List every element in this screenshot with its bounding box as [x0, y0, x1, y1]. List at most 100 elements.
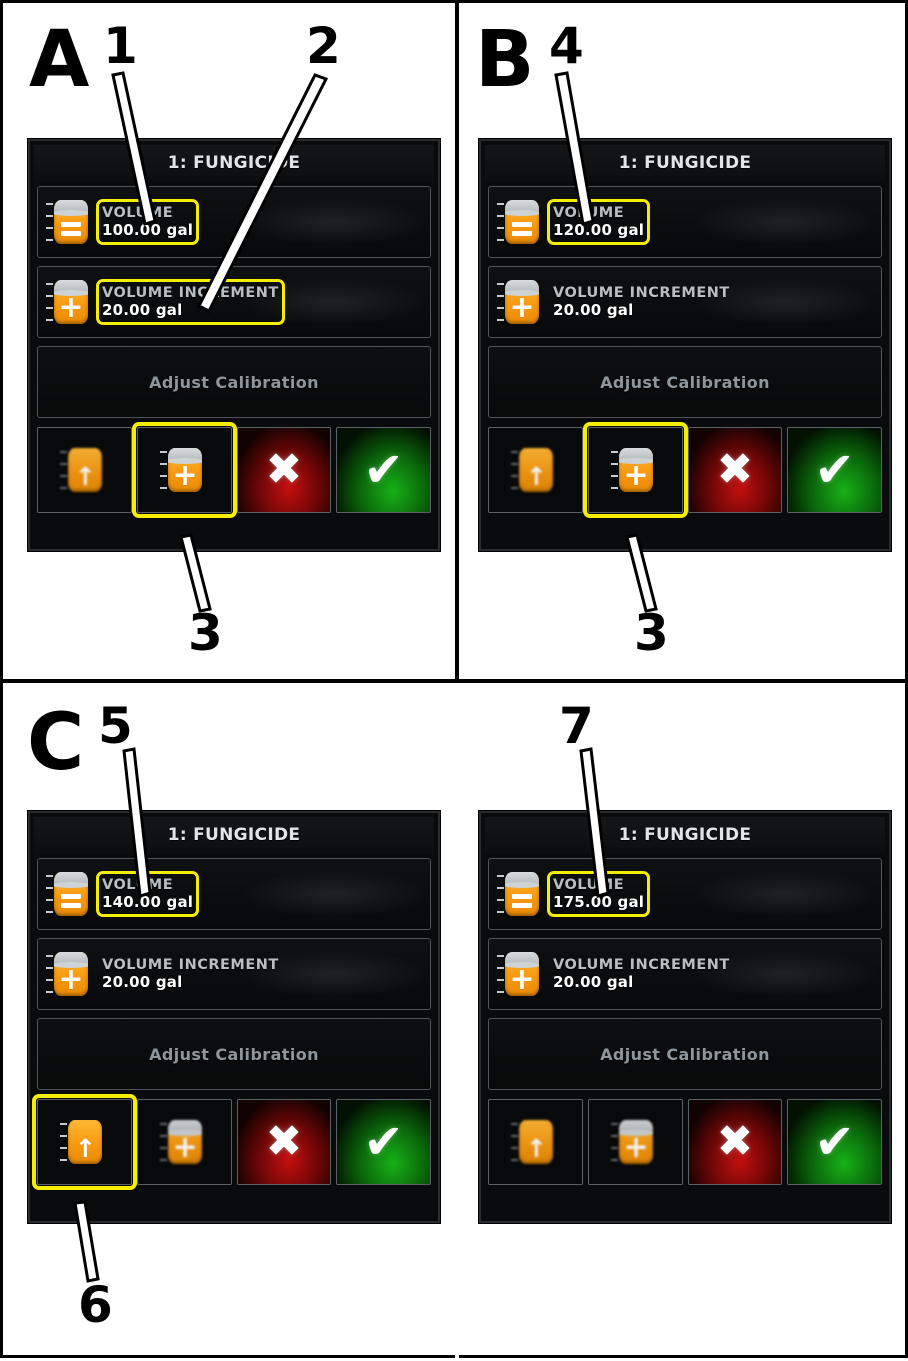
tank-equals-icon: [497, 868, 547, 920]
adjust-calibration-button-b[interactable]: Adjust Calibration: [488, 346, 882, 418]
equals-symbol: [54, 884, 88, 916]
tank-body: +: [54, 952, 88, 996]
tank-plus-icon: +: [160, 445, 208, 495]
cancel-button-c[interactable]: ✖: [236, 1099, 332, 1185]
plus-symbol: +: [623, 1130, 649, 1164]
confirm-button-d[interactable]: ✔: [787, 1099, 882, 1185]
cancel-button-b[interactable]: ✖: [687, 427, 783, 513]
x-icon: ✖: [716, 1116, 754, 1167]
tank-scale-marks: [611, 1123, 619, 1161]
add-increment-button-c[interactable]: +: [136, 1099, 232, 1185]
x-icon: ✖: [716, 444, 754, 495]
screen-title-c: 1: FUNGICIDE: [34, 817, 434, 854]
fill-tank-button-a[interactable]: ↑: [37, 427, 132, 513]
tank-body: [54, 200, 88, 244]
volume-label-d: VOLUME: [553, 876, 625, 893]
volume-label-a: VOLUME: [102, 204, 174, 221]
figure-root: A 1 2 3 1: FUNGICIDE VOLUME 100.00 gal +…: [0, 0, 908, 1358]
volume-row-d[interactable]: VOLUME 175.00 gal: [488, 858, 882, 930]
adjust-calibration-button-d[interactable]: Adjust Calibration: [488, 1018, 882, 1090]
callout-7: 7: [559, 697, 594, 755]
volume-increment-value-a: 20.00 gal: [102, 301, 183, 320]
check-icon: ✔: [814, 442, 855, 498]
tank-equals-icon: [46, 868, 96, 920]
tank-equals-icon: [46, 196, 96, 248]
fill-tank-button-b[interactable]: ↑: [488, 427, 583, 513]
tank-plus-icon: +: [46, 948, 96, 1000]
tank-scale-marks: [511, 1123, 519, 1161]
tank-body: [505, 200, 539, 244]
volume-label-b: VOLUME: [553, 204, 625, 221]
confirm-button-c[interactable]: ✔: [336, 1099, 431, 1185]
volume-text-highlight-b: VOLUME 120.00 gal: [546, 198, 651, 246]
tank-body: +: [619, 448, 654, 492]
adjust-calibration-button-c[interactable]: Adjust Calibration: [37, 1018, 431, 1090]
volume-row-a[interactable]: VOLUME 100.00 gal: [37, 186, 431, 258]
volume-text-highlight-d: VOLUME 175.00 gal: [546, 870, 651, 918]
terminal-screen-a: 1: FUNGICIDE VOLUME 100.00 gal + VOLUME …: [28, 139, 440, 551]
callout-6: 6: [78, 1276, 113, 1334]
tank-scale-marks: [497, 955, 504, 993]
volume-label-c: VOLUME: [102, 876, 174, 893]
panel-d: 7 1: FUNGICIDE VOLUME 175.00 gal + VOLUM…: [459, 683, 908, 1358]
panel-b: B 4 3 1: FUNGICIDE VOLUME 120.00 gal + V…: [459, 3, 908, 679]
adjust-calibration-button-a[interactable]: Adjust Calibration: [37, 346, 431, 418]
volume-value-c: 140.00 gal: [102, 893, 194, 912]
tank-body: +: [505, 952, 539, 996]
plus-symbol: +: [172, 1130, 198, 1164]
tank-body: ↑: [519, 448, 554, 492]
add-increment-button-a[interactable]: +: [131, 422, 237, 518]
confirm-button-b[interactable]: ✔: [787, 427, 882, 513]
tank-plus-icon: +: [46, 276, 96, 328]
terminal-screen-b: 1: FUNGICIDE VOLUME 120.00 gal + VOLUME …: [479, 139, 891, 551]
volume-row-b[interactable]: VOLUME 120.00 gal: [488, 186, 882, 258]
add-increment-button-b[interactable]: +: [582, 422, 688, 518]
volume-increment-value-b: 20.00 gal: [553, 301, 634, 320]
fill-tank-button-c[interactable]: ↑: [32, 1094, 137, 1190]
volume-value-b: 120.00 gal: [553, 221, 645, 240]
tank-body: +: [505, 280, 539, 324]
volume-increment-texts-b: VOLUME INCREMENT 20.00 gal: [553, 285, 730, 320]
arrow-up-symbol: ↑: [74, 461, 96, 491]
arrow-up-symbol: ↑: [525, 461, 547, 491]
volume-increment-row-a[interactable]: + VOLUME INCREMENT 20.00 gal: [37, 266, 431, 338]
cancel-button-a[interactable]: ✖: [236, 427, 332, 513]
check-icon: ✔: [814, 1114, 855, 1170]
panel-c-letter: C: [27, 698, 84, 788]
arrow-up-symbol: ↑: [525, 1133, 547, 1163]
button-bar-d: ↑ + ✖ ✔: [488, 1099, 882, 1185]
volume-value-d: 175.00 gal: [553, 893, 645, 912]
x-icon: ✖: [265, 444, 303, 495]
volume-increment-text-highlight-a: VOLUME INCREMENT 20.00 gal: [96, 278, 285, 326]
panel-b-letter: B: [475, 15, 534, 105]
plus-symbol: +: [58, 962, 84, 996]
tank-scale-marks: [160, 451, 168, 489]
confirm-button-a[interactable]: ✔: [336, 427, 431, 513]
tank-body: ↑: [519, 1120, 554, 1164]
plus-symbol: +: [58, 290, 84, 324]
volume-row-c[interactable]: VOLUME 140.00 gal: [37, 858, 431, 930]
arrow-up-symbol: ↑: [74, 1133, 96, 1163]
tank-body: +: [619, 1120, 654, 1164]
cancel-button-d[interactable]: ✖: [687, 1099, 783, 1185]
volume-value-a: 100.00 gal: [102, 221, 194, 240]
tank-scale-marks: [497, 875, 504, 913]
tank-plus-icon: +: [497, 948, 547, 1000]
volume-text-highlight-c: VOLUME 140.00 gal: [95, 870, 200, 918]
terminal-screen-c: 1: FUNGICIDE VOLUME 140.00 gal + VOLUME …: [28, 811, 440, 1223]
volume-increment-row-c[interactable]: + VOLUME INCREMENT 20.00 gal: [37, 938, 431, 1010]
x-icon: ✖: [265, 1116, 303, 1167]
fill-tank-button-d[interactable]: ↑: [488, 1099, 583, 1185]
plus-symbol: +: [172, 458, 198, 492]
tank-body: [505, 872, 539, 916]
callout-1: 1: [103, 17, 138, 75]
add-increment-button-d[interactable]: +: [587, 1099, 683, 1185]
tank-body: +: [54, 280, 88, 324]
volume-increment-label-a: VOLUME INCREMENT: [102, 284, 279, 301]
volume-increment-row-b[interactable]: + VOLUME INCREMENT 20.00 gal: [488, 266, 882, 338]
volume-increment-row-d[interactable]: + VOLUME INCREMENT 20.00 gal: [488, 938, 882, 1010]
equals-symbol: [505, 212, 539, 244]
tank-scale-marks: [611, 451, 619, 489]
tank-body: +: [168, 448, 203, 492]
tank-scale-marks: [46, 283, 53, 321]
